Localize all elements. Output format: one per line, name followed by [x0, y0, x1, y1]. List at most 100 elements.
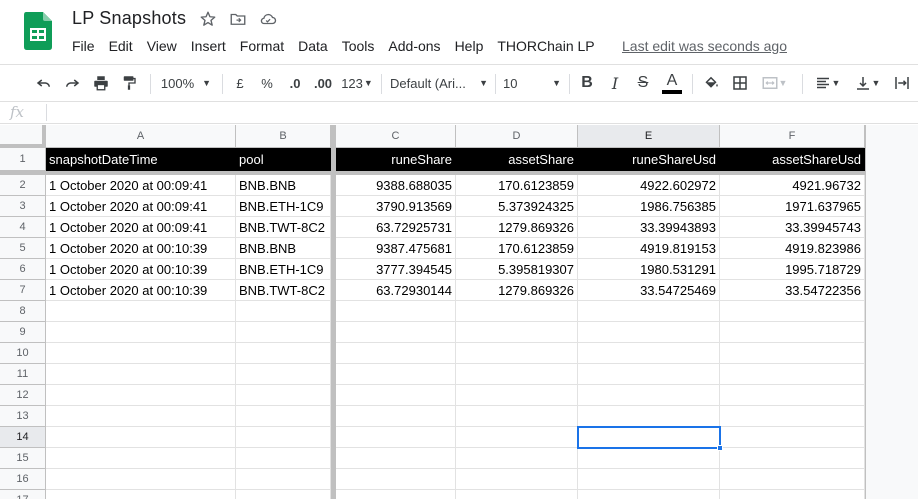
- header-cell[interactable]: runeShare: [336, 148, 456, 171]
- menu-view[interactable]: View: [147, 37, 177, 55]
- table-cell[interactable]: 63.72925731: [336, 217, 456, 238]
- table-cell[interactable]: [46, 490, 236, 499]
- table-cell[interactable]: [46, 343, 236, 364]
- table-cell[interactable]: [720, 322, 865, 343]
- row-header-11[interactable]: 11: [0, 364, 46, 385]
- menu-insert[interactable]: Insert: [191, 37, 226, 55]
- table-cell[interactable]: [456, 469, 578, 490]
- table-cell[interactable]: [578, 448, 720, 469]
- table-cell[interactable]: [336, 448, 456, 469]
- table-cell[interactable]: 9387.475681: [336, 238, 456, 259]
- table-cell[interactable]: 33.39945743: [720, 217, 865, 238]
- table-cell[interactable]: [336, 322, 456, 343]
- table-cell[interactable]: 1 October 2020 at 00:10:39: [46, 259, 236, 280]
- row-header-12[interactable]: 12: [0, 385, 46, 406]
- row-header-9[interactable]: 9: [0, 322, 46, 343]
- zoom-select[interactable]: 100% ▼: [156, 65, 216, 101]
- table-cell[interactable]: [236, 385, 331, 406]
- bold-button[interactable]: B: [576, 65, 598, 101]
- row-header-3[interactable]: 3: [0, 196, 46, 217]
- menu-data[interactable]: Data: [298, 37, 328, 55]
- table-cell[interactable]: 4919.819153: [578, 238, 720, 259]
- table-cell[interactable]: 33.39943893: [578, 217, 720, 238]
- table-cell[interactable]: BNB.BNB: [236, 175, 331, 196]
- header-cell[interactable]: assetShareUsd: [720, 148, 865, 171]
- merge-cells-icon[interactable]: ▼: [757, 65, 791, 101]
- table-cell[interactable]: 5.395819307: [456, 259, 578, 280]
- table-cell[interactable]: 63.72930144: [336, 280, 456, 301]
- table-cell[interactable]: 5.373924325: [456, 196, 578, 217]
- table-cell[interactable]: BNB.TWT-8C2: [236, 217, 331, 238]
- italic-button[interactable]: I: [604, 65, 626, 101]
- table-cell[interactable]: [336, 385, 456, 406]
- table-cell[interactable]: 1 October 2020 at 00:10:39: [46, 238, 236, 259]
- menu-thorchain-lp[interactable]: THORChain LP: [497, 37, 594, 55]
- table-cell[interactable]: 170.6123859: [456, 238, 578, 259]
- table-cell[interactable]: [336, 301, 456, 322]
- table-cell[interactable]: [456, 406, 578, 427]
- percent-format-button[interactable]: %: [257, 65, 277, 101]
- table-cell[interactable]: [456, 322, 578, 343]
- table-cell[interactable]: [236, 322, 331, 343]
- table-cell[interactable]: [336, 469, 456, 490]
- document-title[interactable]: LP Snapshots: [72, 8, 186, 29]
- sheets-logo-icon[interactable]: [24, 12, 52, 50]
- font-size-select[interactable]: 10 ▼: [503, 65, 561, 101]
- font-family-select[interactable]: Default (Ari... ▼: [390, 65, 488, 101]
- table-cell[interactable]: [578, 385, 720, 406]
- horizontal-align-icon[interactable]: ▼: [810, 65, 844, 101]
- table-cell[interactable]: [456, 385, 578, 406]
- row-header-13[interactable]: 13: [0, 406, 46, 427]
- table-cell[interactable]: [456, 364, 578, 385]
- table-cell[interactable]: 1 October 2020 at 00:09:41: [46, 217, 236, 238]
- table-cell[interactable]: [46, 385, 236, 406]
- column-header-f[interactable]: F: [720, 125, 865, 148]
- table-cell[interactable]: 33.54725469: [578, 280, 720, 301]
- strikethrough-button[interactable]: S: [632, 65, 654, 101]
- table-cell[interactable]: [46, 427, 236, 448]
- table-cell[interactable]: [456, 301, 578, 322]
- table-cell[interactable]: [236, 364, 331, 385]
- star-icon[interactable]: [199, 10, 217, 28]
- column-header-e[interactable]: E: [578, 125, 720, 148]
- row-header-16[interactable]: 16: [0, 469, 46, 490]
- table-cell[interactable]: [456, 427, 578, 448]
- table-cell[interactable]: [336, 427, 456, 448]
- table-cell[interactable]: [46, 469, 236, 490]
- table-cell[interactable]: [578, 406, 720, 427]
- paint-format-icon[interactable]: [117, 65, 141, 101]
- table-cell[interactable]: BNB.ETH-1C9: [236, 259, 331, 280]
- table-cell[interactable]: 4919.823986: [720, 238, 865, 259]
- table-cell[interactable]: 1971.637965: [720, 196, 865, 217]
- column-header-d[interactable]: D: [456, 125, 578, 148]
- row-header-15[interactable]: 15: [0, 448, 46, 469]
- table-cell[interactable]: [236, 427, 331, 448]
- column-header-c[interactable]: C: [336, 125, 456, 148]
- table-cell[interactable]: [720, 364, 865, 385]
- table-cell[interactable]: [336, 406, 456, 427]
- table-cell[interactable]: [236, 406, 331, 427]
- row-header-4[interactable]: 4: [0, 217, 46, 238]
- frozen-row-divider[interactable]: [0, 171, 865, 175]
- row-header-2[interactable]: 2: [0, 175, 46, 196]
- borders-icon[interactable]: [729, 65, 751, 101]
- row-header-14[interactable]: 14: [0, 427, 46, 448]
- header-cell[interactable]: snapshotDateTime: [46, 148, 236, 171]
- table-cell[interactable]: [236, 448, 331, 469]
- table-cell[interactable]: 1 October 2020 at 00:09:41: [46, 196, 236, 217]
- table-cell[interactable]: [578, 301, 720, 322]
- table-cell[interactable]: 170.6123859: [456, 175, 578, 196]
- table-cell[interactable]: 4922.602972: [578, 175, 720, 196]
- table-cell[interactable]: 4921.96732: [720, 175, 865, 196]
- menu-format[interactable]: Format: [240, 37, 284, 55]
- header-cell[interactable]: assetShare: [456, 148, 578, 171]
- table-cell[interactable]: [720, 469, 865, 490]
- table-cell[interactable]: [46, 448, 236, 469]
- table-cell[interactable]: [456, 343, 578, 364]
- row-header-8[interactable]: 8: [0, 301, 46, 322]
- table-cell[interactable]: BNB.TWT-8C2: [236, 280, 331, 301]
- menu-add-ons[interactable]: Add-ons: [388, 37, 440, 55]
- table-cell[interactable]: 9388.688035: [336, 175, 456, 196]
- table-cell[interactable]: 3790.913569: [336, 196, 456, 217]
- vertical-align-icon[interactable]: ▼: [850, 65, 884, 101]
